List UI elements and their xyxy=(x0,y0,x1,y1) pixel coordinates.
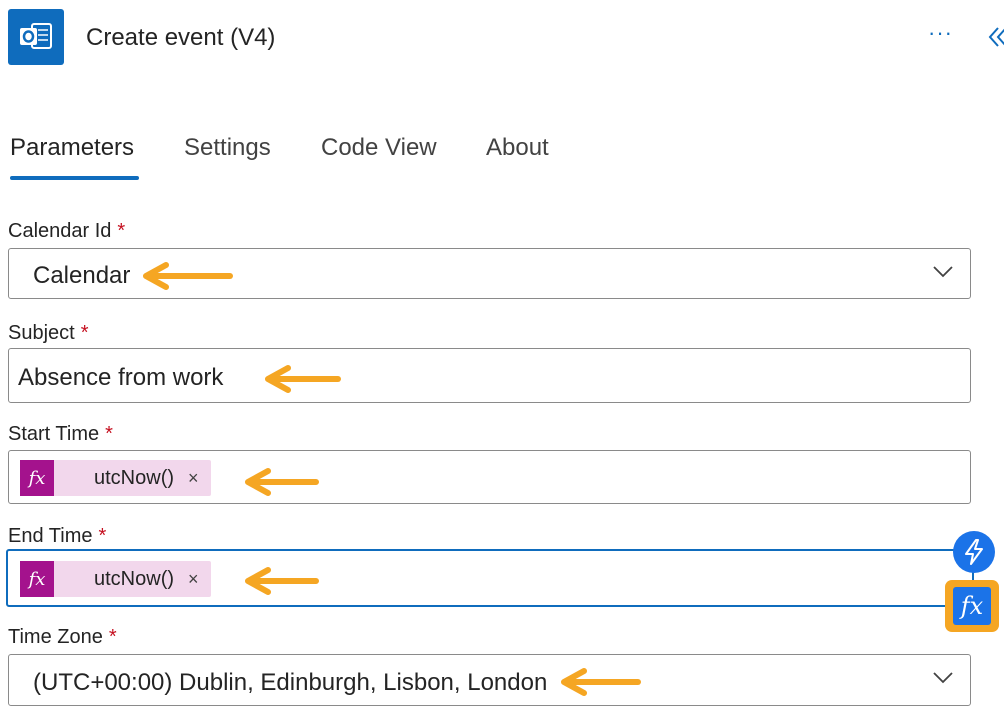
tab-settings[interactable]: Settings xyxy=(184,134,271,162)
chevron-down-icon xyxy=(933,672,953,684)
calendar-id-value: Calendar xyxy=(33,262,131,289)
start-time-label: Start Time * xyxy=(8,423,113,445)
tab-about[interactable]: About xyxy=(486,134,549,162)
required-marker: * xyxy=(108,626,117,648)
end-time-token[interactable]: fx utcNow() × xyxy=(20,561,211,597)
time-zone-value: (UTC+00:00) Dublin, Edinburgh, Lisbon, L… xyxy=(33,669,548,696)
collapse-panel-button[interactable] xyxy=(986,22,1004,52)
annotation-arrow-icon xyxy=(143,262,233,290)
end-time-input[interactable]: fx utcNow() × xyxy=(6,549,974,607)
dynamic-content-button[interactable] xyxy=(953,531,995,573)
function-icon: fx xyxy=(20,561,54,597)
annotation-arrow-icon xyxy=(265,365,341,393)
page-title: Create event (V4) xyxy=(86,24,276,51)
outlook-icon xyxy=(20,23,52,49)
tab-parameters[interactable]: Parameters xyxy=(10,134,134,162)
annotation-arrow-icon xyxy=(245,567,319,595)
more-options-button[interactable]: ··· xyxy=(928,20,953,46)
end-time-label: End Time * xyxy=(8,525,107,547)
token-label: utcNow() xyxy=(94,466,175,489)
active-tab-indicator xyxy=(10,176,139,180)
tab-code-view[interactable]: Code View xyxy=(321,134,437,162)
chevron-down-icon xyxy=(933,266,953,278)
expression-button[interactable]: fx xyxy=(953,587,991,625)
outlook-app-icon xyxy=(8,9,64,65)
remove-token-button[interactable]: × xyxy=(188,569,199,590)
subject-label: Subject * xyxy=(8,322,89,344)
lightning-icon xyxy=(965,539,983,565)
calendar-id-label: Calendar Id * xyxy=(8,220,126,242)
function-icon: fx xyxy=(20,460,54,496)
annotation-arrow-icon xyxy=(561,668,641,696)
subject-value: Absence from work xyxy=(18,364,224,391)
double-chevron-left-icon xyxy=(988,27,1004,47)
expression-button-highlight: fx xyxy=(945,580,999,632)
required-marker: * xyxy=(98,525,107,547)
time-zone-label: Time Zone * xyxy=(8,626,117,648)
remove-token-button[interactable]: × xyxy=(188,468,199,489)
start-time-input[interactable]: fx utcNow() × xyxy=(8,450,971,504)
time-zone-dropdown[interactable]: (UTC+00:00) Dublin, Edinburgh, Lisbon, L… xyxy=(8,654,971,706)
required-marker: * xyxy=(117,220,126,242)
annotation-arrow-icon xyxy=(245,468,319,496)
token-label: utcNow() xyxy=(94,567,175,590)
required-marker: * xyxy=(80,322,89,344)
subject-input[interactable]: Absence from work xyxy=(8,348,971,403)
start-time-token[interactable]: fx utcNow() × xyxy=(20,460,211,496)
required-marker: * xyxy=(105,423,113,445)
